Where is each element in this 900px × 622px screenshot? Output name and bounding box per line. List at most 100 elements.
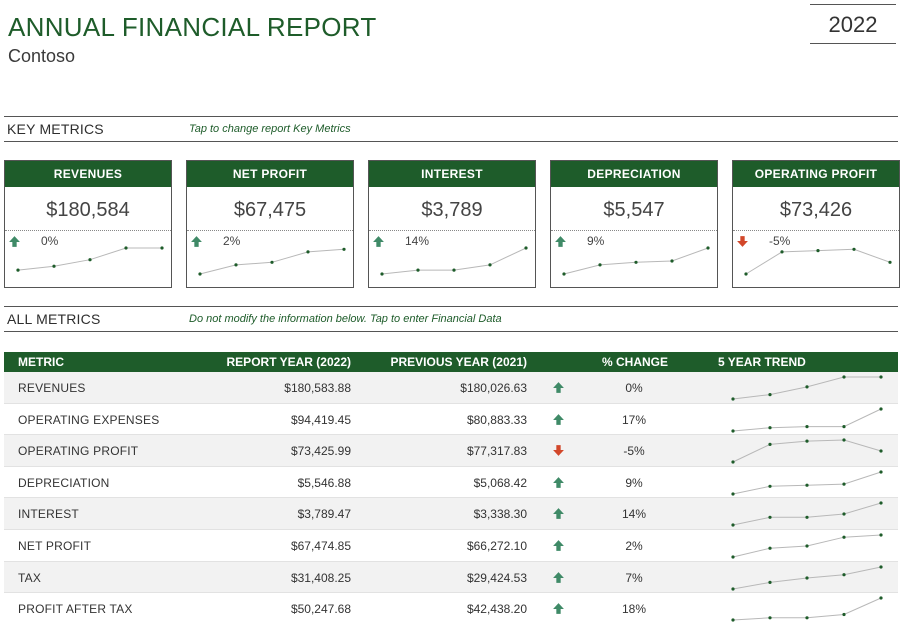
trend-sparkline [198,247,346,276]
company-name: Contoso [8,46,76,66]
sparkline-point [731,555,735,559]
metric-card[interactable]: INTEREST $3,789 14% [368,160,536,288]
cell-report-year: $3,789.47 [297,507,351,522]
table-row[interactable]: OPERATING EXPENSES $94,419.45 $80,883.33 17… [4,404,898,436]
trend-sparkline [731,533,883,559]
sparkline-point [731,523,735,527]
cell-metric: DEPRECIATION [18,475,110,490]
table-row[interactable]: REVENUES $180,583.88 $180,026.63 0% [4,372,898,404]
cell-previous-year: $80,883.33 [466,412,527,427]
cell-previous-year: $180,026.63 [460,381,527,395]
sparkline-point [888,260,892,264]
cell-previous-year: $3,338.30 [473,507,527,522]
sparkline-point [852,247,856,251]
sparkline-point [842,438,846,442]
cell-previous-year: $29,424.53 [466,570,527,585]
sparkline-point [416,268,420,272]
table-row[interactable]: TAX $31,408.25 $29,424.53 7% [4,561,898,594]
sparkline-point [842,482,846,486]
sparkline-point [768,484,772,488]
cell-metric: NET PROFIT [18,538,92,553]
sparkline-point [198,272,202,276]
sparkline-point [124,246,128,250]
sparkline-point [731,492,735,496]
card-value: $67,475 [187,187,353,231]
sparkline-point [706,246,710,250]
sparkline-point [768,516,772,520]
sparkline-point [879,564,883,569]
table-row[interactable]: DEPRECIATION $5,546.88 $5,068.42 9% [4,467,898,499]
all-metrics-note[interactable]: Do not modify the information below. Tap… [189,313,502,325]
table-row[interactable]: NET PROFIT $67,474.85 $66,272.10 2% [4,530,898,562]
sparkline-point [731,428,735,433]
table-row[interactable]: OPERATING PROFIT $73,425.99 $77,317.83 -5% [4,435,898,467]
card-label: NET PROFIT [187,161,353,187]
card-value: $3,789 [369,187,535,231]
cell-report-year: $180,583.88 [284,381,351,395]
card-value: $5,547 [551,187,717,231]
metric-card[interactable]: NET PROFIT $67,475 2% [186,160,354,288]
table-row[interactable]: PROFIT AFTER TAX $50,247.68 $42,438.20 18% [4,593,898,622]
sparkline-line [732,439,882,463]
header-previous-year: PREVIOUS YEAR (2021) [390,355,528,369]
cell-report-year: $31,408.25 [290,570,351,585]
cell-change: 14% [621,507,647,522]
table-row[interactable]: INTEREST $3,789.47 $3,338.30 14% [4,498,898,530]
cell-change: 7% [625,570,643,585]
key-metrics-note[interactable]: Tap to change report Key Metrics [189,123,351,135]
metric-card[interactable]: OPERATING PROFIT $73,426 -5% [732,160,900,288]
cell-change: 9% [625,475,643,490]
sparkline-point [768,425,772,429]
cell-change: 0% [625,381,643,395]
sparkline-point [342,247,346,251]
trend-sparkline [380,246,528,276]
metric-card[interactable]: REVENUES $180,584 0% [4,160,172,288]
cell-metric: REVENUES [18,381,86,395]
sparkline-point [805,575,809,580]
sparkline-point [805,616,809,620]
sparkline-point [731,397,735,401]
sparkline-point [452,268,456,272]
sparkline-point [88,258,92,262]
cell-metric: INTEREST [18,507,79,522]
sparkline-point [598,263,602,267]
cell-change: -5% [623,444,645,459]
card-label: REVENUES [5,161,171,187]
table-header: METRIC REPORT YEAR (2022) PREVIOUS YEAR … [4,352,898,372]
cell-change: 2% [625,538,643,553]
key-metrics-title: KEY METRICS [7,121,104,137]
trend-sparkline [731,564,883,591]
trend-sparkline [562,246,710,276]
cell-report-year: $5,546.88 [297,475,351,490]
sparkline-point [842,424,846,428]
report-year[interactable]: 2022 [810,4,896,44]
sparkline-point [562,272,566,276]
cell-report-year: $67,474.85 [290,538,351,553]
sparkline-point [270,260,274,264]
arrow-up-icon [553,540,564,551]
sparkline-point [805,483,809,487]
key-metrics-header: KEY METRICS Tap to change report Key Met… [4,116,898,142]
sparkline-point [744,272,748,276]
sparkline-point [879,375,883,379]
sparkline-point [380,272,384,276]
sparkline-point [879,533,883,537]
metric-card[interactable]: DEPRECIATION $5,547 9% [550,160,718,288]
cell-report-year: $50,247.68 [290,602,351,617]
sparkline-point [731,460,735,464]
sparkline-point [879,406,883,411]
trend-sparkline [744,247,892,276]
sparkline-point [160,246,164,250]
trend-sparkline [731,501,883,527]
arrow-up-icon [553,476,564,488]
cell-metric: OPERATING PROFIT [18,444,139,459]
sparkline-point [234,263,238,267]
sparkline-point [731,586,735,591]
cell-report-year: $94,419.45 [290,412,351,427]
sparkline-line [745,248,891,275]
sparkline-point [634,260,638,264]
trend-sparkline [731,596,883,622]
trend-sparkline [731,406,883,433]
arrow-down-icon [553,445,564,457]
cell-previous-year: $5,068.42 [473,475,527,490]
